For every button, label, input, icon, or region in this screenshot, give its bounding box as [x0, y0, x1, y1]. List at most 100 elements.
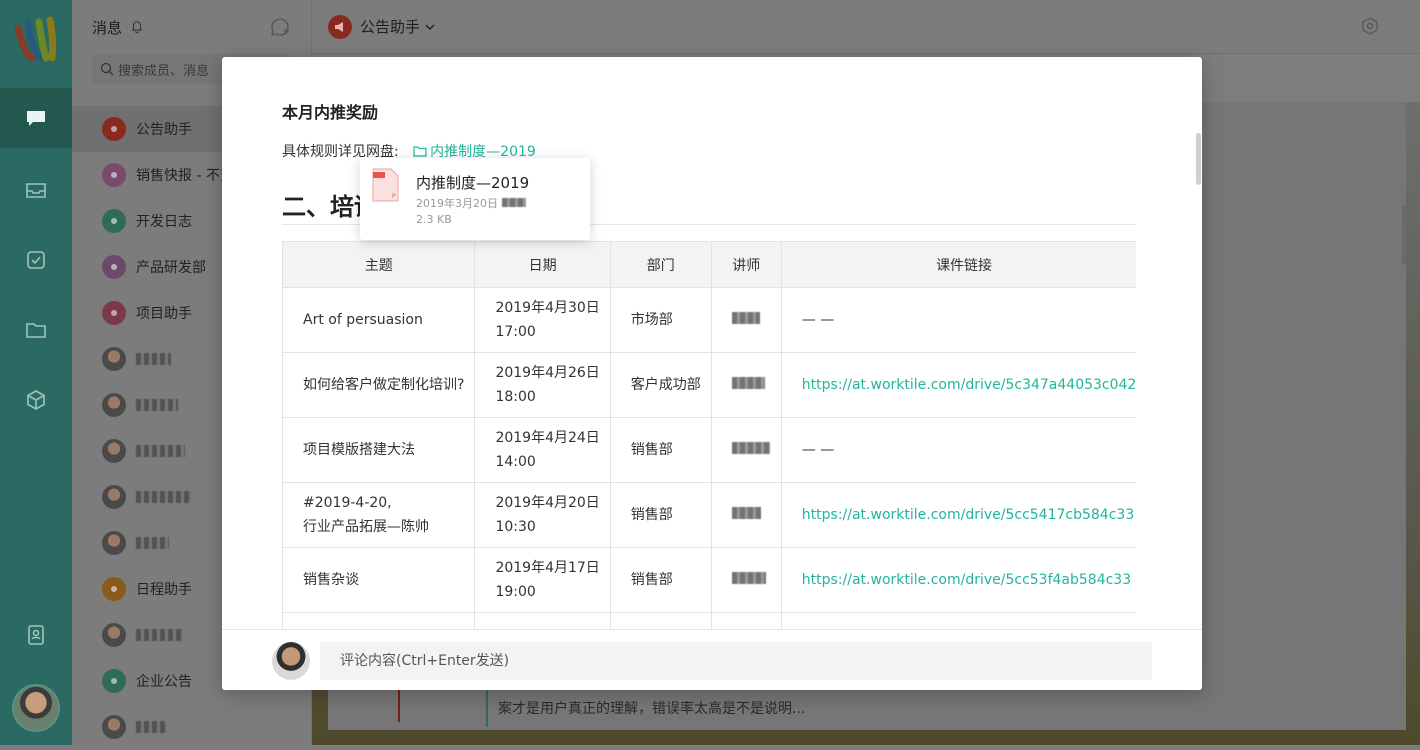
topic-cell: #2019-4-20, 行业产品拓展—陈帅: [282, 482, 476, 548]
courseware-link-cell: — —: [780, 287, 1136, 353]
megaphone-icon: [328, 14, 352, 39]
channel-icon: [102, 255, 126, 279]
conversation-label: 日程助手: [136, 582, 192, 598]
avatar: [102, 531, 126, 555]
rail-inbox[interactable]: [0, 160, 72, 220]
dept-cell: 市场部: [609, 287, 712, 353]
topic-cell: 项目模版搭建大法: [282, 417, 476, 483]
inbox-icon: [26, 183, 46, 198]
file-date: 2019年3月20日: [416, 195, 526, 211]
contacts-icon: [28, 625, 44, 645]
dept-cell: 客户成功部: [609, 352, 712, 418]
dept-cell: 销售部: [609, 482, 712, 548]
conversation-header: 消息: [72, 0, 311, 54]
topic-cell: #2019-4-16: [282, 612, 476, 629]
chevron-down-icon[interactable]: [424, 21, 436, 33]
courseware-link-cell[interactable]: https://at.worktile.com/drive/5c347a4405…: [780, 352, 1136, 418]
user-avatar[interactable]: [12, 684, 60, 732]
date-cell: 2019年4月16日: [474, 612, 611, 629]
folder-icon: [413, 146, 427, 157]
table-row: #2019-4-20, 行业产品拓展—陈帅 2019年4月20日 10:30 销售部 ht…: [282, 482, 1136, 548]
file-name: 内推制度—2019: [416, 174, 530, 192]
avatar: [102, 347, 126, 371]
app-rail: [0, 0, 72, 745]
avatar: [102, 393, 126, 417]
redacted-name: [136, 629, 183, 641]
column-header: 课件链接: [780, 241, 1136, 288]
avatar: [102, 715, 126, 739]
conversation-label: 项目助手: [136, 306, 192, 322]
date-cell: 2019年4月30日 17:00: [474, 287, 611, 353]
file-preview-popover[interactable]: P 内推制度—2019 2019年3月20日 2.3 KB: [360, 158, 590, 240]
cube-icon: [27, 390, 45, 410]
app-logo: [14, 16, 57, 62]
courseware-link-cell[interactable]: https://at.worktile.com/drive/5cc53f4ab5…: [780, 547, 1136, 613]
file-icon: P: [372, 168, 399, 202]
dept-cell: [609, 612, 712, 629]
date-cell: 2019年4月20日 10:30: [474, 482, 611, 548]
table-row: 销售杂谈 2019年4月17日 19:00 销售部 https://at.worktil…: [282, 547, 1136, 613]
redacted-name: [136, 353, 171, 365]
column-header: 主题: [282, 241, 476, 288]
table-row: #2019-4-162019年4月16日: [282, 612, 1136, 629]
table-row: 项目模版搭建大法 2019年4月24日 14:00 销售部 — —: [282, 417, 1136, 483]
search-placeholder: 搜索成员、消息: [118, 63, 210, 79]
lecturer-cell: [710, 417, 782, 483]
checkbox-icon: [27, 251, 45, 269]
conversation-label: 公告助手: [136, 122, 192, 138]
rail-apps[interactable]: [0, 370, 72, 430]
lecturer-cell: [710, 482, 782, 548]
courseware-link-cell[interactable]: https://at.worktile.com/drive/5cc5417cb5…: [780, 482, 1136, 548]
rail-contacts[interactable]: [0, 605, 72, 665]
column-header: 部门: [609, 241, 712, 288]
avatar: [102, 623, 126, 647]
dept-cell: 销售部: [609, 547, 712, 613]
commenter-avatar: [272, 642, 310, 680]
divider: [486, 687, 488, 727]
scrollbar[interactable]: [1402, 205, 1406, 265]
date-cell: 2019年4月26日 18:00: [474, 352, 611, 418]
conversation-label: 企业公告: [136, 674, 192, 690]
modal-scrollbar[interactable]: [1196, 133, 1201, 185]
rail-files[interactable]: [0, 300, 72, 360]
comment-input[interactable]: [320, 642, 1152, 680]
column-header: 讲师: [710, 241, 782, 288]
conversation-title: 消息: [92, 18, 123, 37]
avatar: [102, 439, 126, 463]
channel-icon: [102, 669, 126, 693]
table-row: Art of persuasion 2019年4月30日 17:00 市场部 — —: [282, 287, 1136, 353]
bell-icon[interactable]: [130, 20, 144, 34]
rail-messages[interactable]: [0, 88, 72, 148]
topic-cell: 销售杂谈: [282, 547, 476, 613]
column-header: 日期: [474, 241, 611, 288]
file-size: 2.3 KB: [416, 213, 452, 226]
channel-icon: [102, 117, 126, 141]
chat-bubble-icon: [27, 111, 45, 126]
date-cell: 2019年4月24日 14:00: [474, 417, 611, 483]
announcement-title: 本月内推奖励: [282, 103, 379, 122]
announcement-content: 本月内推奖励 具体规则详见网盘: 内推制度—2019 二、培训 主题 日期 部门…: [282, 57, 1136, 629]
redacted-name: [136, 721, 167, 733]
table-header-row: 主题 日期 部门 讲师 课件链接: [282, 241, 1136, 288]
channel-icon: [102, 301, 126, 325]
redacted-name: [136, 491, 192, 503]
channel-icon: [102, 163, 126, 187]
channel-title[interactable]: 公告助手: [360, 16, 420, 37]
channel-icon: [102, 577, 126, 601]
rail-tasks[interactable]: [0, 230, 72, 290]
announcement-modal: 本月内推奖励 具体规则详见网盘: 内推制度—2019 二、培训 主题 日期 部门…: [222, 57, 1202, 690]
settings-icon[interactable]: [1360, 16, 1380, 36]
lecturer-cell: [710, 287, 782, 353]
redacted-name: [136, 445, 185, 457]
lecturer-cell: [710, 612, 782, 629]
table-row: 如何给客户做定制化培训? 2019年4月26日 18:00 客户成功部 https://…: [282, 352, 1136, 418]
lecturer-cell: [710, 547, 782, 613]
redacted-name: [136, 537, 169, 549]
dept-cell: 销售部: [609, 417, 712, 483]
topic-cell: Art of persuasion: [282, 287, 476, 353]
new-chat-icon[interactable]: [269, 16, 291, 38]
lecturer-cell: [710, 352, 782, 418]
conversation-label: 销售快报 - 不变: [136, 168, 234, 184]
training-table: 主题 日期 部门 讲师 课件链接 Art of persuasion 2019年4…: [282, 241, 1136, 629]
conversation-item[interactable]: [72, 704, 312, 750]
